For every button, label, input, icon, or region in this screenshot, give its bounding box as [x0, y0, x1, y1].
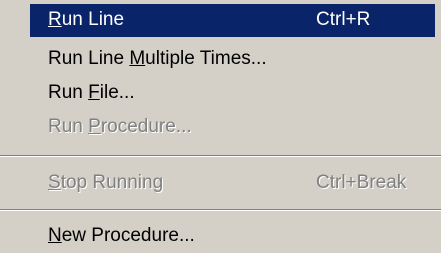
- menu-separator: [0, 155, 441, 157]
- shortcut-label: Ctrl+Break: [316, 172, 407, 193]
- menu-item-label: New Procedure...: [48, 225, 195, 246]
- menu-item-run-line[interactable]: Run Line Ctrl+R: [30, 4, 435, 37]
- menu-item-stop-running: Stop Running Ctrl+Break: [0, 167, 441, 200]
- menu-item-label: Run Procedure...: [48, 116, 192, 137]
- menu-item-label: Run File...: [48, 82, 135, 103]
- run-menu: Run Line Ctrl+R Run Line Multiple Times.…: [0, 0, 441, 250]
- menu-item-run-file[interactable]: Run File...: [0, 77, 441, 110]
- menu-item-run-procedure: Run Procedure...: [0, 111, 441, 144]
- menu-item-label: Run Line Multiple Times...: [48, 48, 267, 69]
- menu-item-run-line-multiple-times[interactable]: Run Line Multiple Times...: [0, 43, 441, 76]
- menu-item-new-procedure[interactable]: New Procedure...: [0, 220, 441, 253]
- menu-item-label: Run Line: [48, 9, 125, 30]
- shortcut-label: Ctrl+R: [316, 9, 371, 30]
- menu-item-label: Stop Running: [48, 172, 164, 193]
- menu-separator: [0, 209, 441, 211]
